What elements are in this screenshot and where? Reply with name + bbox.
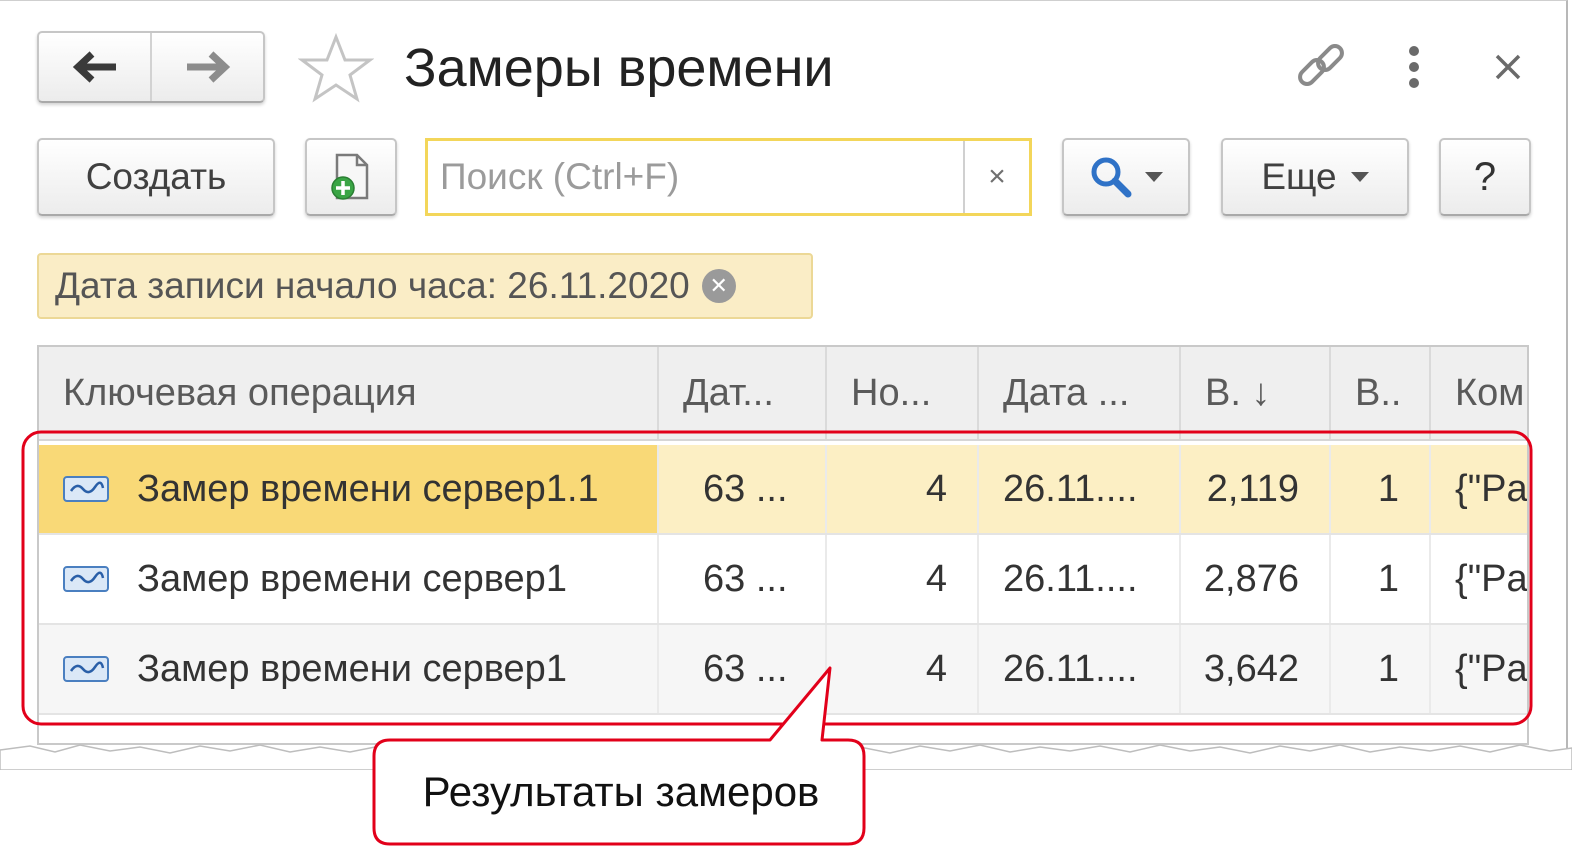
column-header-date2[interactable]: Дата ... — [979, 347, 1181, 439]
chevron-down-icon — [1350, 172, 1369, 182]
create-button[interactable]: Создать — [37, 138, 275, 216]
table-row[interactable]: Замер времени сервер1 63 ... 4 26.11....… — [39, 535, 1527, 625]
table-header: Ключевая операция Дат... Но... Дата ... … — [39, 347, 1527, 441]
page-title: Замеры времени — [404, 38, 834, 98]
measurements-table: Ключевая операция Дат... Но... Дата ... … — [37, 345, 1529, 745]
remove-circle-icon[interactable]: ✕ — [701, 269, 736, 303]
v2-cell: 1 — [1331, 535, 1431, 623]
date2-cell: 26.11.... — [979, 445, 1181, 533]
comment-cell: {"Pa — [1431, 535, 1527, 623]
arrow-right-icon — [186, 51, 230, 83]
arrow-left-icon — [72, 51, 116, 83]
search-input[interactable]: Поиск (Ctrl+F) — [428, 141, 963, 213]
date-cell: 63 ... — [659, 625, 827, 713]
add-document-icon — [331, 153, 369, 200]
number-cell: 4 — [827, 535, 979, 623]
date2-cell: 26.11.... — [979, 535, 1181, 623]
comment-cell: {"Pa — [1431, 445, 1527, 533]
column-header-date[interactable]: Дат... — [659, 347, 827, 439]
chevron-down-icon — [1145, 172, 1163, 182]
date-cell: 63 ... — [659, 535, 827, 623]
more-actions-label: Еще — [1261, 156, 1337, 197]
column-header-operation[interactable]: Ключевая операция — [39, 347, 659, 439]
filter-badge[interactable]: Дата записи начало часа: 26.11.2020 ✕ — [37, 253, 813, 319]
date-cell: 63 ... — [659, 445, 827, 533]
search-options-button[interactable] — [1062, 138, 1190, 216]
value-cell: 3,642 — [1181, 625, 1331, 713]
v2-cell: 1 — [1331, 625, 1431, 713]
measurement-icon — [63, 476, 109, 502]
list-form-window: Замеры времени Создать Поиск (Ctrl+F) × — [0, 0, 1568, 761]
filter-label: Дата записи начало часа: 26.11.2020 — [55, 265, 690, 306]
search-icon — [1091, 157, 1132, 198]
value-cell: 2,119 — [1181, 445, 1331, 533]
operation-cell: Замер времени сервер1 — [39, 535, 659, 623]
help-button[interactable]: ? — [1439, 138, 1531, 216]
callout-label: Результаты замеров — [422, 768, 820, 815]
table-row[interactable]: Замер времени сервер1 63 ... 4 26.11....… — [39, 625, 1527, 715]
column-header-v2[interactable]: В.. — [1331, 347, 1431, 439]
search-box: Поиск (Ctrl+F) × — [425, 138, 1032, 216]
date2-cell: 26.11.... — [979, 625, 1181, 713]
number-cell: 4 — [827, 625, 979, 713]
navigation-buttons — [37, 31, 265, 103]
operation-cell: Замер времени сервер1.1 — [39, 445, 659, 533]
measurement-icon — [63, 656, 109, 682]
create-copy-button[interactable] — [305, 138, 397, 216]
comment-cell: {"Pa — [1431, 625, 1527, 713]
link-icon[interactable] — [1294, 41, 1348, 93]
operation-cell: Замер времени сервер1 — [39, 625, 659, 713]
v2-cell: 1 — [1331, 445, 1431, 533]
forward-button[interactable] — [150, 33, 263, 101]
more-actions-button[interactable]: Еще — [1221, 138, 1409, 216]
measurement-icon — [63, 566, 109, 592]
back-button[interactable] — [39, 33, 150, 101]
close-icon[interactable] — [1494, 53, 1522, 81]
column-header-value-sorted[interactable]: В. ↓ — [1181, 347, 1331, 439]
search-clear-button[interactable]: × — [963, 141, 1029, 213]
number-cell: 4 — [827, 445, 979, 533]
star-icon[interactable] — [298, 33, 374, 103]
more-vertical-icon[interactable] — [1402, 45, 1426, 89]
value-cell: 2,876 — [1181, 535, 1331, 623]
table-row[interactable]: Замер времени сервер1.1 63 ... 4 26.11..… — [39, 445, 1527, 535]
column-header-number[interactable]: Но... — [827, 347, 979, 439]
column-header-comment[interactable]: Ком — [1431, 347, 1527, 439]
